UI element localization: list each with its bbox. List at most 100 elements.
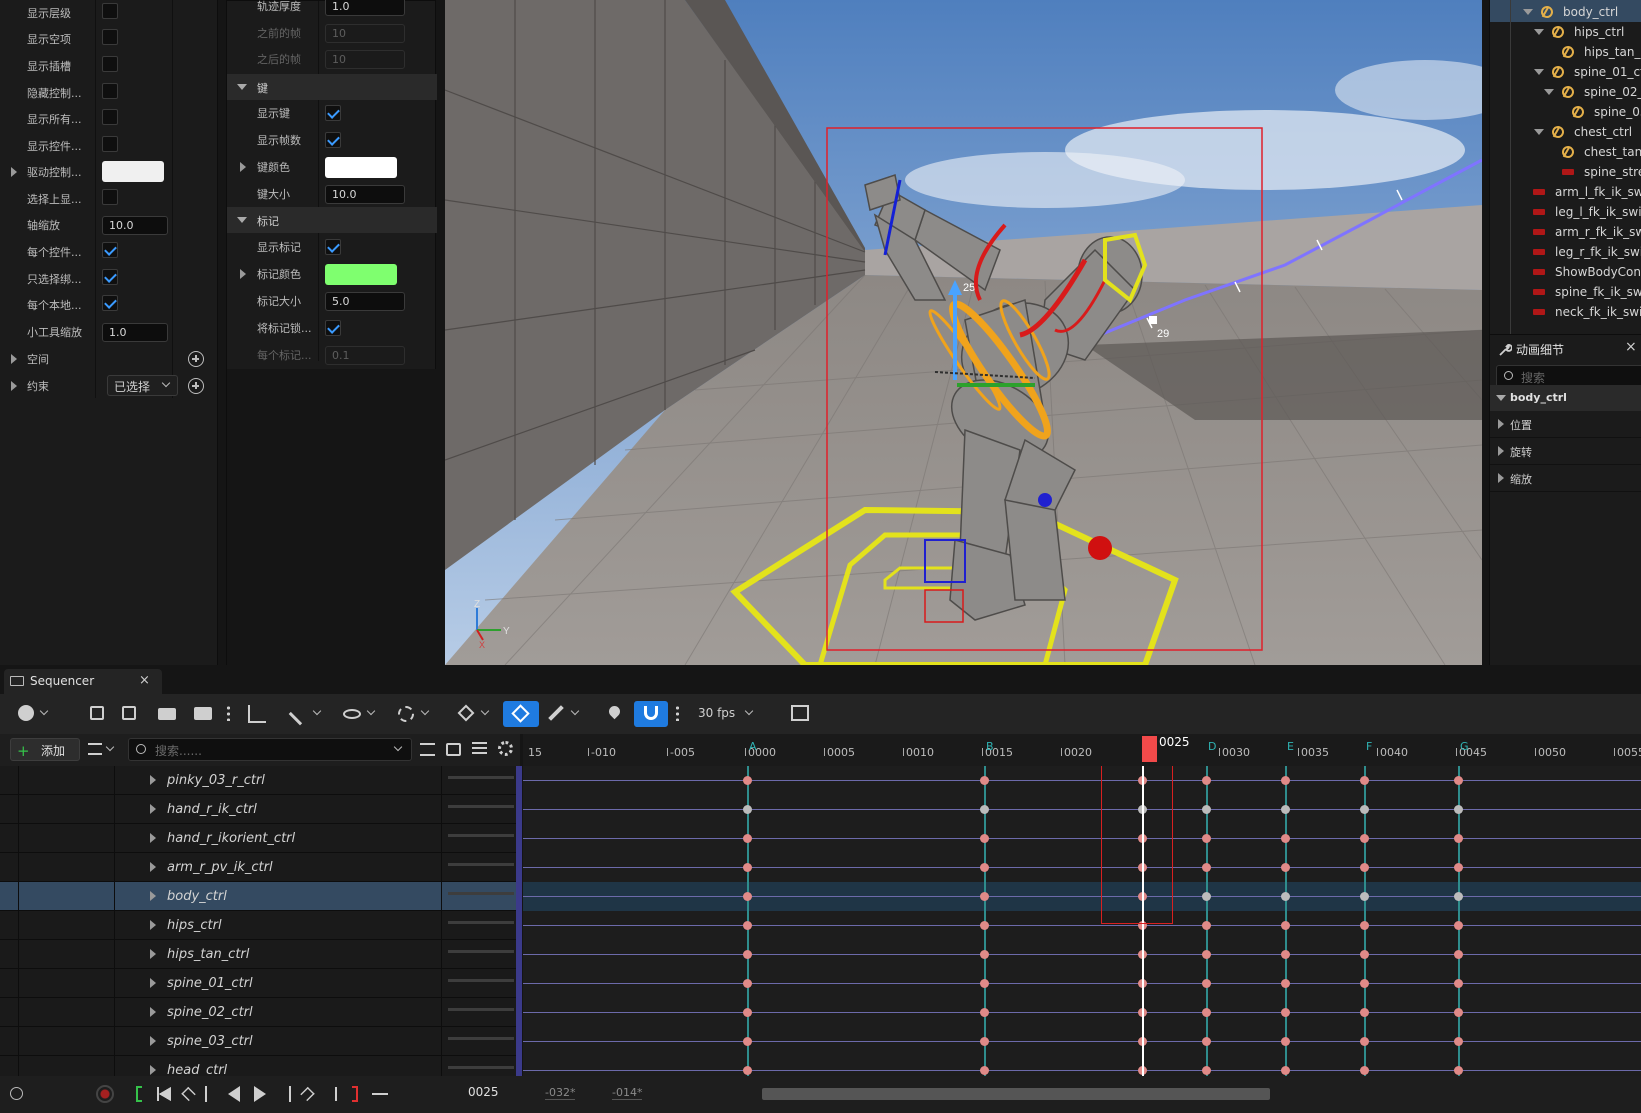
- keyframe[interactable]: [743, 805, 752, 814]
- keyframe[interactable]: [1202, 1037, 1211, 1046]
- keyframe[interactable]: [1281, 950, 1290, 959]
- expand-arrow-icon[interactable]: [11, 381, 17, 391]
- keyframe[interactable]: [1281, 1066, 1290, 1075]
- expand-arrow-icon[interactable]: [150, 775, 156, 785]
- save-as-button[interactable]: [120, 701, 142, 727]
- snap-button[interactable]: [634, 701, 668, 727]
- keyframe[interactable]: [1202, 921, 1211, 930]
- timeline-tracks[interactable]: [523, 766, 1641, 1076]
- expand-arrow-icon[interactable]: [150, 1036, 156, 1046]
- expand-arrow-icon[interactable]: [150, 1065, 156, 1075]
- collapse-arrow-icon[interactable]: [1534, 29, 1544, 35]
- keyframe[interactable]: [1454, 979, 1463, 988]
- play-reverse-icon[interactable]: [228, 1086, 240, 1102]
- tree-item[interactable]: neck_fk_ik_swit: [1490, 302, 1641, 322]
- keyframe[interactable]: [1454, 776, 1463, 785]
- keyframe[interactable]: [980, 1008, 989, 1017]
- axis-scale-input[interactable]: 10.0: [102, 216, 168, 235]
- set-end-icon[interactable]: [352, 1086, 358, 1102]
- add-track-button[interactable]: + 添加: [10, 738, 80, 761]
- keyframe[interactable]: [743, 1066, 752, 1075]
- marker-button[interactable]: [605, 701, 625, 727]
- range-end-field[interactable]: -014*: [612, 1086, 643, 1100]
- show-all-checkbox[interactable]: [102, 109, 118, 125]
- keyframe[interactable]: [1281, 776, 1290, 785]
- anim-search-field[interactable]: 搜索: [1496, 365, 1641, 387]
- keyframe[interactable]: [743, 834, 752, 843]
- keyframe[interactable]: [1281, 834, 1290, 843]
- save-button[interactable]: [88, 701, 108, 727]
- show-sockets-checkbox[interactable]: [102, 56, 118, 72]
- keyframe[interactable]: [1360, 921, 1369, 930]
- keyframe[interactable]: [1281, 892, 1290, 901]
- close-icon[interactable]: ×: [139, 673, 150, 688]
- tree-item[interactable]: chest_tan_: [1490, 142, 1641, 162]
- keyframe[interactable]: [980, 863, 989, 872]
- frames-after-input[interactable]: 10: [325, 50, 405, 69]
- keyframe[interactable]: [1360, 776, 1369, 785]
- collapse-arrow-icon[interactable]: [1544, 89, 1554, 95]
- tree-item[interactable]: arm_r_fk_ik_sw: [1490, 222, 1641, 242]
- clapper-button[interactable]: [192, 701, 214, 727]
- auto-key-button[interactable]: [503, 701, 539, 727]
- filter-button[interactable]: [88, 740, 118, 760]
- curve-editor-button[interactable]: [790, 701, 812, 727]
- current-frame-field[interactable]: 0025: [468, 1085, 499, 1099]
- anim-row-rotation[interactable]: 旋转: [1490, 438, 1641, 465]
- tree-item[interactable]: leg_r_fk_ik_swit: [1490, 242, 1641, 262]
- expand-arrow-icon[interactable]: [150, 833, 156, 843]
- render-movie-button[interactable]: [156, 701, 178, 727]
- track-thickness-input[interactable]: 1.0: [325, 0, 405, 16]
- keyframe[interactable]: [1202, 892, 1211, 901]
- keyframe[interactable]: [1202, 776, 1211, 785]
- jump-to-end-icon[interactable]: [323, 1087, 337, 1101]
- keyframe[interactable]: [1360, 1037, 1369, 1046]
- tree-item[interactable]: body_ctrl: [1490, 2, 1641, 22]
- tree-item[interactable]: spine_03: [1490, 102, 1641, 122]
- timeline-scrollbar[interactable]: [762, 1088, 1270, 1100]
- keyframe[interactable]: [743, 921, 752, 930]
- keyframe[interactable]: [1454, 863, 1463, 872]
- keyframe[interactable]: [1202, 834, 1211, 843]
- show-keys-checkbox[interactable]: [325, 105, 341, 121]
- keyframe[interactable]: [1360, 950, 1369, 959]
- tree-item[interactable]: hips_tan_c: [1490, 42, 1641, 62]
- driven-color-swatch[interactable]: [102, 161, 164, 182]
- keyframe[interactable]: [1454, 921, 1463, 930]
- keyframe[interactable]: [1281, 979, 1290, 988]
- bake-button[interactable]: [246, 701, 268, 727]
- time-ruler[interactable]: 15 -010 -005 0000 0005 0010 0015 0020 00…: [523, 734, 1641, 766]
- close-icon[interactable]: ×: [1625, 339, 1637, 355]
- keyframe[interactable]: [1454, 892, 1463, 901]
- keyframe[interactable]: [743, 950, 752, 959]
- expand-arrow-icon[interactable]: [150, 1007, 156, 1017]
- per-mark-input[interactable]: 0.1: [325, 346, 405, 365]
- level-viewport[interactable]: 29 25 Z Y X: [445, 0, 1482, 665]
- key-color-swatch[interactable]: [325, 157, 397, 178]
- tree-item[interactable]: hips_ctrl: [1490, 22, 1641, 42]
- expand-arrow-icon[interactable]: [240, 162, 246, 172]
- keyframe[interactable]: [1454, 1008, 1463, 1017]
- loop-icon[interactable]: [372, 1093, 388, 1095]
- keyframe[interactable]: [1454, 1066, 1463, 1075]
- jump-to-start-icon[interactable]: [157, 1087, 171, 1101]
- anim-row-scale[interactable]: 缩放: [1490, 465, 1641, 492]
- mark-size-input[interactable]: 5.0: [325, 292, 405, 311]
- keyframe[interactable]: [1202, 950, 1211, 959]
- keyframe[interactable]: [980, 892, 989, 901]
- keyframe[interactable]: [980, 1066, 989, 1075]
- keyframe[interactable]: [1202, 863, 1211, 872]
- keyframe[interactable]: [743, 892, 752, 901]
- expand-all-button[interactable]: [446, 743, 461, 756]
- expand-arrow-icon[interactable]: [150, 862, 156, 872]
- keyframe[interactable]: [1454, 950, 1463, 959]
- add-space-icon[interactable]: [188, 351, 204, 367]
- key-interp-button[interactable]: [456, 701, 494, 727]
- tree-item[interactable]: spine_02_c: [1490, 82, 1641, 102]
- keyframe[interactable]: [743, 863, 752, 872]
- expand-arrow-icon[interactable]: [11, 167, 17, 177]
- keyframe[interactable]: [1454, 834, 1463, 843]
- keyframe[interactable]: [743, 979, 752, 988]
- pen-menu-button[interactable]: [548, 701, 582, 727]
- keyframe[interactable]: [1360, 805, 1369, 814]
